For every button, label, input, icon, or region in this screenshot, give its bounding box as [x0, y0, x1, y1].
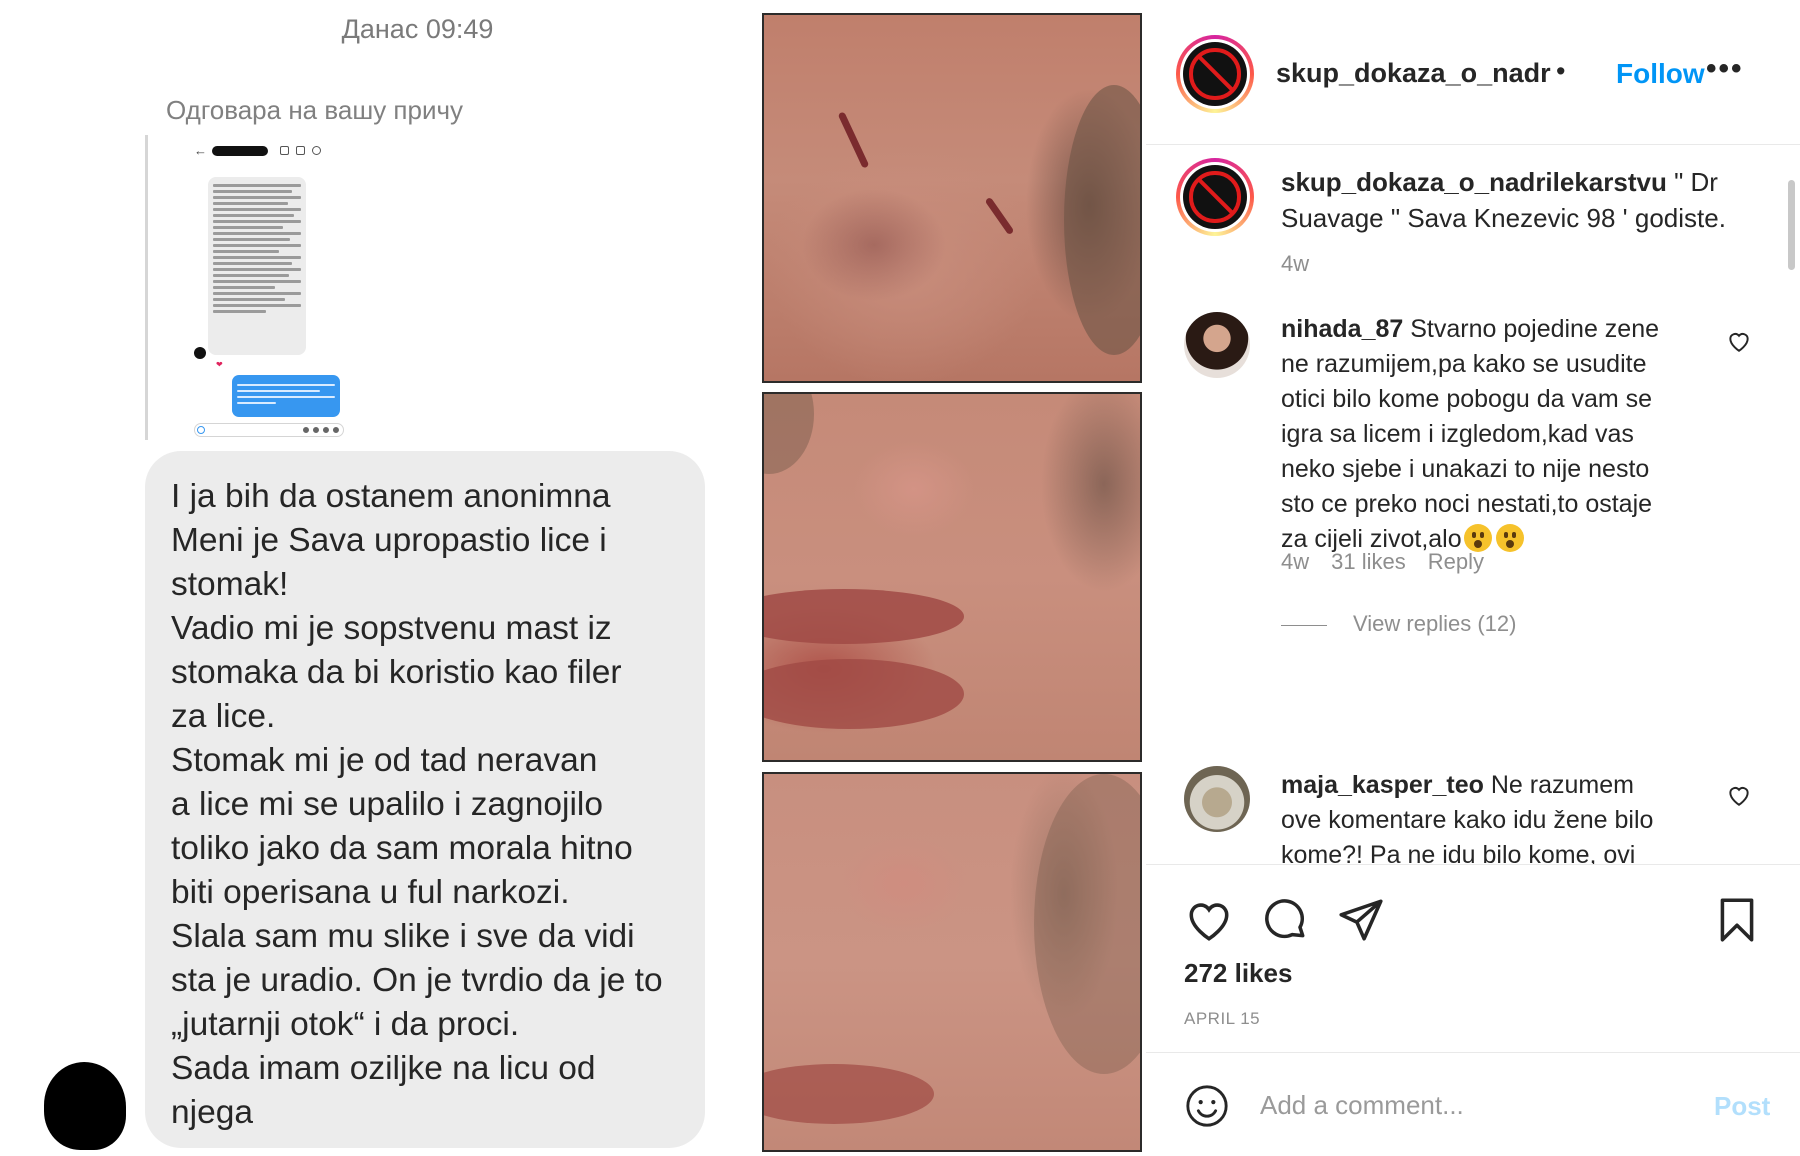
message-line: Meni je Sava upropastio lice i: [171, 522, 607, 559]
face-photo-1: [762, 13, 1142, 383]
lip-edge: [764, 1064, 934, 1124]
lower-lip: [764, 659, 964, 729]
message-line: za lice.: [171, 698, 276, 735]
post-date: APRIL 15: [1184, 1009, 1261, 1028]
comment-meta: 4w 31 likes Reply: [1281, 549, 1506, 575]
reply-quote-bar: [145, 135, 148, 440]
info-icon: [312, 146, 321, 155]
back-arrow-icon: ←: [194, 143, 207, 158]
view-replies-button[interactable]: View replies (12): [1281, 611, 1516, 637]
video-icon: [280, 146, 289, 155]
comments-scrollbar[interactable]: [1788, 180, 1795, 270]
face-photo-2: [762, 392, 1142, 762]
follow-button[interactable]: Follow: [1616, 58, 1705, 90]
message-line: toliko jako da sam morala hitno: [171, 830, 633, 867]
message-line: sta je uradio. On je tvrdio da je to: [171, 962, 663, 999]
message-line: „jutarnji otok“ i da proci.: [171, 1006, 520, 1043]
nostril-shadow: [764, 394, 814, 474]
replies-dash: [1281, 624, 1327, 626]
caption-avatar[interactable]: [1176, 158, 1254, 236]
thumbnail-message-bubble: [208, 177, 306, 355]
comment-text: Stvarno pojedine zene ne razumijem,pa ka…: [1281, 315, 1660, 553]
story-reply-panel: Данас 09:49 Одговара на вашу причу ← ❤ I…: [0, 0, 760, 1156]
post-header: skup_dokaza_o_nadrilekarstvu • Follow ••…: [1146, 0, 1800, 145]
camera-icon: [197, 426, 205, 434]
message-line: I ja bih da ostanem anonimna: [171, 478, 611, 515]
share-paper-plane-icon[interactable]: [1336, 895, 1386, 945]
save-bookmark-icon[interactable]: [1712, 895, 1762, 945]
message-timestamp: Данас 09:49: [341, 14, 494, 44]
message-line: stomaka da bi koristio kao filer: [171, 654, 622, 691]
post-actions: 272 likes APRIL 15: [1146, 864, 1800, 1054]
story-thumbnail[interactable]: ← ❤: [186, 135, 351, 440]
flag-icon: [296, 146, 305, 155]
emoji-smiley-icon[interactable]: [1184, 1083, 1230, 1129]
instagram-post-panel: skup_dokaza_o_nadrilekarstvu • Follow ••…: [1146, 0, 1800, 1156]
caption-meta: 4w: [1281, 251, 1331, 277]
thumbnail-header: ←: [192, 143, 342, 159]
message-bubble: I ja bih da ostanem anonimna Meni je Sav…: [145, 451, 705, 1148]
input-icons: [303, 427, 339, 434]
header-separator: •: [1556, 56, 1566, 86]
like-heart-icon[interactable]: [1184, 895, 1234, 945]
comment-likes[interactable]: 31 likes: [1331, 549, 1406, 574]
thumbnail-message-input: [194, 423, 344, 437]
post-comment-button[interactable]: Post: [1714, 1091, 1770, 1122]
message-line: biti operisana u ful narkozi.: [171, 874, 570, 911]
ear-region: [1064, 85, 1140, 355]
caption: skup_dokaza_o_nadrilekarstvu " Dr Suavag…: [1281, 164, 1751, 236]
like-comment-heart-icon[interactable]: [1726, 782, 1752, 808]
message-line: stomak!: [171, 566, 289, 603]
header-username[interactable]: skup_dokaza_o_nadrilekarstvu: [1276, 58, 1552, 89]
comments-list[interactable]: skup_dokaza_o_nadrilekarstvu " Dr Suavag…: [1146, 146, 1786, 864]
comment-bubble-icon[interactable]: [1260, 895, 1310, 945]
thumbnail-avatar: [194, 347, 206, 359]
heart-icon: ❤: [216, 360, 223, 369]
message-line: Sada imam oziljke na licu od: [171, 1050, 596, 1087]
like-comment-heart-icon[interactable]: [1726, 328, 1752, 354]
comment: nihada_87 Stvarno pojedine zene ne razum…: [1281, 312, 1681, 557]
reply-button[interactable]: Reply: [1428, 549, 1484, 574]
message-line: Slala sam mu slike i sve da vidi: [171, 918, 635, 955]
more-options-icon[interactable]: •••: [1706, 52, 1744, 86]
scar-mark: [837, 111, 870, 169]
sender-avatar-redacted: [44, 1062, 126, 1150]
thumbnail-sent-bubble: [232, 375, 340, 417]
view-replies-label: View replies (12): [1353, 611, 1517, 636]
add-comment-bar: Post: [1146, 1052, 1800, 1156]
story-reply-label: Одговара на вашу причу: [166, 95, 464, 125]
hushed-face-emoji: [1495, 524, 1524, 552]
message-line: njega: [171, 1094, 253, 1131]
upper-lip: [764, 589, 964, 644]
comment-age: 4w: [1281, 549, 1310, 574]
caption-age: 4w: [1281, 251, 1310, 276]
message-line: Stomak mi je od tad neravan: [171, 742, 598, 779]
ear-region: [1034, 774, 1140, 1074]
message-line: Vadio mi je sopstvenu mast iz: [171, 610, 612, 647]
commenter-avatar[interactable]: [1184, 312, 1250, 378]
likes-count[interactable]: 272 likes: [1184, 958, 1292, 989]
comment-username[interactable]: nihada_87: [1281, 315, 1403, 343]
comment-input[interactable]: [1260, 1087, 1660, 1123]
photo-strip: [760, 10, 1146, 1154]
caption-username[interactable]: skup_dokaza_o_nadrilekarstvu: [1281, 167, 1667, 197]
hushed-face-emoji: [1463, 524, 1492, 552]
message-line: a lice mi se upalilo i zagnojilo: [171, 786, 603, 823]
no-symbol-logo-icon: [1183, 42, 1247, 106]
face-photo-3: [762, 772, 1142, 1152]
comment-username[interactable]: maja_kasper_teo: [1281, 771, 1484, 799]
comment: maja_kasper_teo Ne razumem ove komentare…: [1281, 768, 1681, 864]
account-avatar[interactable]: [1176, 35, 1254, 113]
no-symbol-logo-icon: [1183, 165, 1247, 229]
commenter-avatar[interactable]: [1184, 766, 1250, 832]
scar-mark: [984, 196, 1015, 236]
redacted-name: [212, 146, 268, 156]
